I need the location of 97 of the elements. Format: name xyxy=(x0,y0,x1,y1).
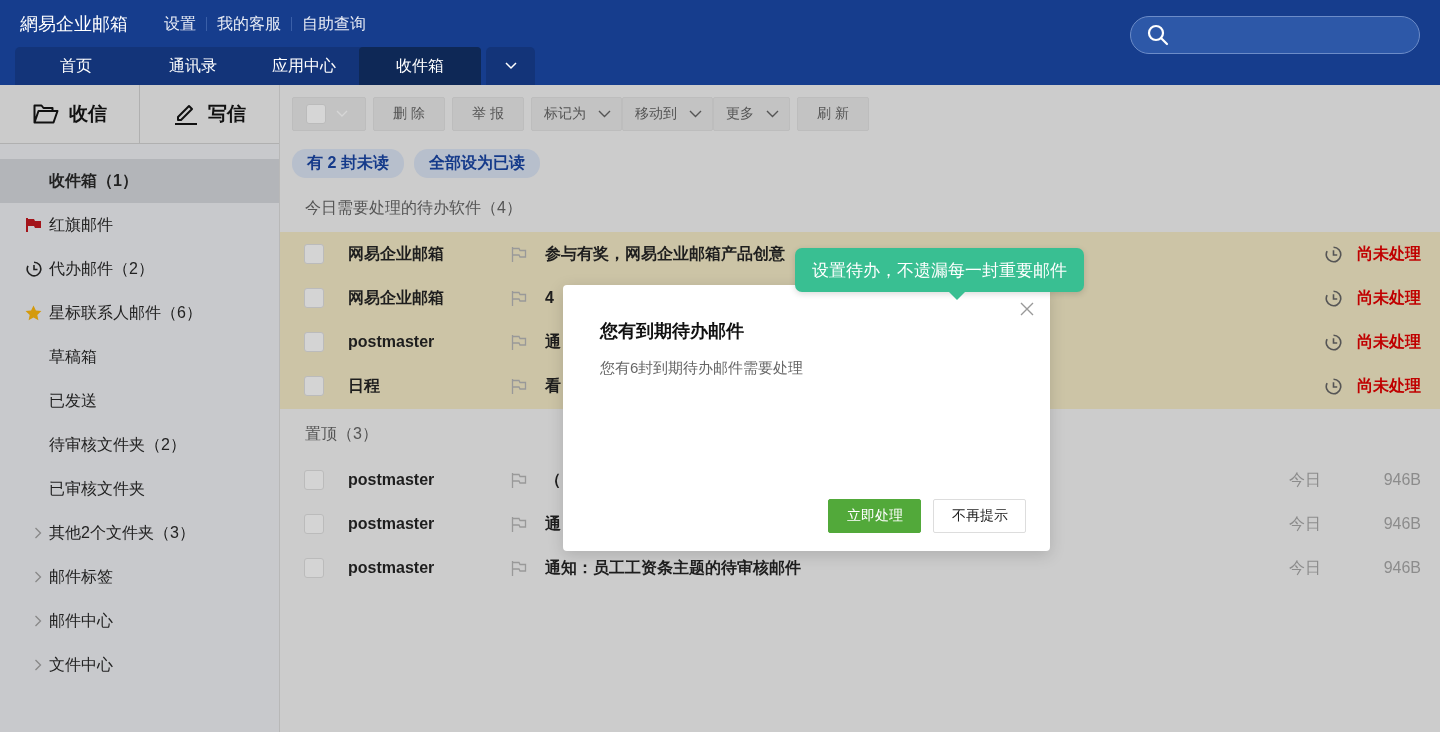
folder-item[interactable]: 待审核文件夹（2） xyxy=(0,423,279,467)
folder-item[interactable]: 邮件中心 xyxy=(0,599,279,643)
checkbox[interactable] xyxy=(304,288,324,308)
tooltip-pointer-icon xyxy=(949,292,965,300)
flag-outline-icon[interactable] xyxy=(511,516,527,532)
close-button[interactable] xyxy=(1020,302,1034,316)
folder-item[interactable]: 收件箱（1） xyxy=(0,159,279,203)
caret-icon xyxy=(688,110,702,118)
mail-subject: 4 xyxy=(545,289,554,307)
mail-date: 今日 xyxy=(1289,557,1321,578)
folder-item[interactable]: 邮件标签 xyxy=(0,555,279,599)
star-icon xyxy=(25,305,42,321)
close-icon xyxy=(1020,302,1034,316)
flag-icon xyxy=(26,218,42,232)
select-all-dropdown[interactable] xyxy=(292,97,366,131)
toolbar-menu[interactable]: 更多 xyxy=(712,97,790,131)
mail-size: 946B xyxy=(1382,471,1421,489)
more-tabs-button[interactable] xyxy=(486,47,535,85)
checkbox[interactable] xyxy=(304,332,324,352)
toolbar-menu[interactable]: 标记为 xyxy=(530,97,622,131)
clock-icon xyxy=(1325,333,1342,351)
section-title: 置顶（3） xyxy=(304,423,379,444)
todo-status: 尚未处理 xyxy=(1357,243,1421,264)
dialog-title: 您有到期待办邮件 xyxy=(600,320,745,343)
folder-icon xyxy=(32,104,59,124)
nav-tab[interactable]: 通讯录 xyxy=(137,47,248,85)
flag-outline-icon[interactable] xyxy=(511,334,527,350)
clock-icon xyxy=(1325,289,1342,307)
folder-item[interactable]: 星标联系人邮件（6） xyxy=(0,291,279,335)
nav-tab[interactable]: 应用中心 xyxy=(248,47,359,85)
chevron-icon xyxy=(34,571,42,583)
todo-status: 尚未处理 xyxy=(1357,375,1421,396)
checkbox[interactable] xyxy=(304,244,324,264)
header-link[interactable]: 我的客服 xyxy=(207,13,291,35)
flag-outline-icon[interactable] xyxy=(511,246,527,262)
sender-name: 日程 xyxy=(348,375,381,396)
dialog-message: 您有6封到期待办邮件需要处理 xyxy=(600,359,805,378)
flag-outline-icon[interactable] xyxy=(511,290,527,306)
mail-subject: 通知：员工工资条主题的待审核邮件 xyxy=(545,557,801,578)
clock-icon xyxy=(26,261,42,277)
toolbar-button[interactable]: 删 除 xyxy=(373,97,445,131)
flag-outline-icon[interactable] xyxy=(511,560,527,576)
folder-item[interactable]: 其他2个文件夹（3） xyxy=(0,511,279,555)
folder-item[interactable]: 文件中心 xyxy=(0,643,279,687)
folder-item[interactable]: 已审核文件夹 xyxy=(0,467,279,511)
toolbar-button[interactable]: 刷 新 xyxy=(796,97,869,131)
checkbox[interactable] xyxy=(304,558,324,578)
chevron-icon xyxy=(34,659,42,671)
mail-subject: 参与有奖，网易企业邮箱产品创意 xyxy=(545,243,785,264)
checkbox[interactable] xyxy=(304,470,324,490)
checkbox[interactable] xyxy=(304,376,324,396)
mail-subject: （ xyxy=(545,469,561,490)
sender-name: 网易企业邮箱 xyxy=(348,287,445,308)
chevron-icon xyxy=(34,615,42,627)
clock-icon xyxy=(1325,245,1342,263)
folder-item[interactable]: 草稿箱 xyxy=(0,335,279,379)
sender-name: postmaster xyxy=(348,471,436,489)
header-link[interactable]: 自助查询 xyxy=(292,13,376,35)
folder-item[interactable]: 已发送 xyxy=(0,379,279,423)
pencil-icon xyxy=(173,103,198,125)
todo-status: 尚未处理 xyxy=(1357,331,1421,352)
checkbox[interactable] xyxy=(306,104,326,124)
search-field[interactable] xyxy=(1130,16,1420,54)
checkbox[interactable] xyxy=(304,514,324,534)
flag-outline-icon[interactable] xyxy=(511,378,527,394)
mail-size: 946B xyxy=(1382,559,1421,577)
search-icon xyxy=(1147,24,1169,46)
filter-chip[interactable]: 有 2 封未读 xyxy=(292,149,404,178)
nav-tab[interactable]: 收件箱 xyxy=(359,47,481,85)
flag-outline-icon[interactable] xyxy=(511,472,527,488)
sender-name: 网易企业邮箱 xyxy=(348,243,445,264)
caret-icon xyxy=(765,110,779,118)
mail-subject: 看 xyxy=(545,375,561,396)
caret-icon xyxy=(597,110,611,118)
mail-subject: 通 xyxy=(545,331,561,352)
todo-status: 尚未处理 xyxy=(1357,287,1421,308)
filter-chip[interactable]: 全部设为已读 xyxy=(413,149,540,178)
toolbar-menu[interactable]: 移动到 xyxy=(621,97,713,131)
mail-subject: 通 xyxy=(545,513,561,534)
folder-item[interactable]: 代办邮件（2） xyxy=(0,247,279,291)
brand-name: 網易企业邮箱 xyxy=(20,13,128,36)
header-link[interactable]: 设置 xyxy=(154,13,206,35)
chevron-icon xyxy=(34,527,42,539)
mail-size: 946B xyxy=(1382,515,1421,533)
mail-date: 今日 xyxy=(1289,513,1321,534)
tooltip: 设置待办，不遗漏每一封重要邮件 xyxy=(795,248,1084,292)
dialog-button[interactable]: 不再提示 xyxy=(933,499,1026,533)
folder-item[interactable]: 红旗邮件 xyxy=(0,203,279,247)
clock-icon xyxy=(1325,377,1342,395)
mail-date: 今日 xyxy=(1289,469,1321,490)
nav-tab[interactable]: 首页 xyxy=(15,47,137,85)
sender-name: postmaster xyxy=(348,515,436,533)
caret-icon xyxy=(504,62,517,70)
section-title: 今日需要处理的待办软件（4） xyxy=(304,197,523,218)
toolbar-button[interactable]: 举 报 xyxy=(451,97,524,131)
sender-name: postmaster xyxy=(348,333,436,351)
sender-name: postmaster xyxy=(348,559,436,577)
